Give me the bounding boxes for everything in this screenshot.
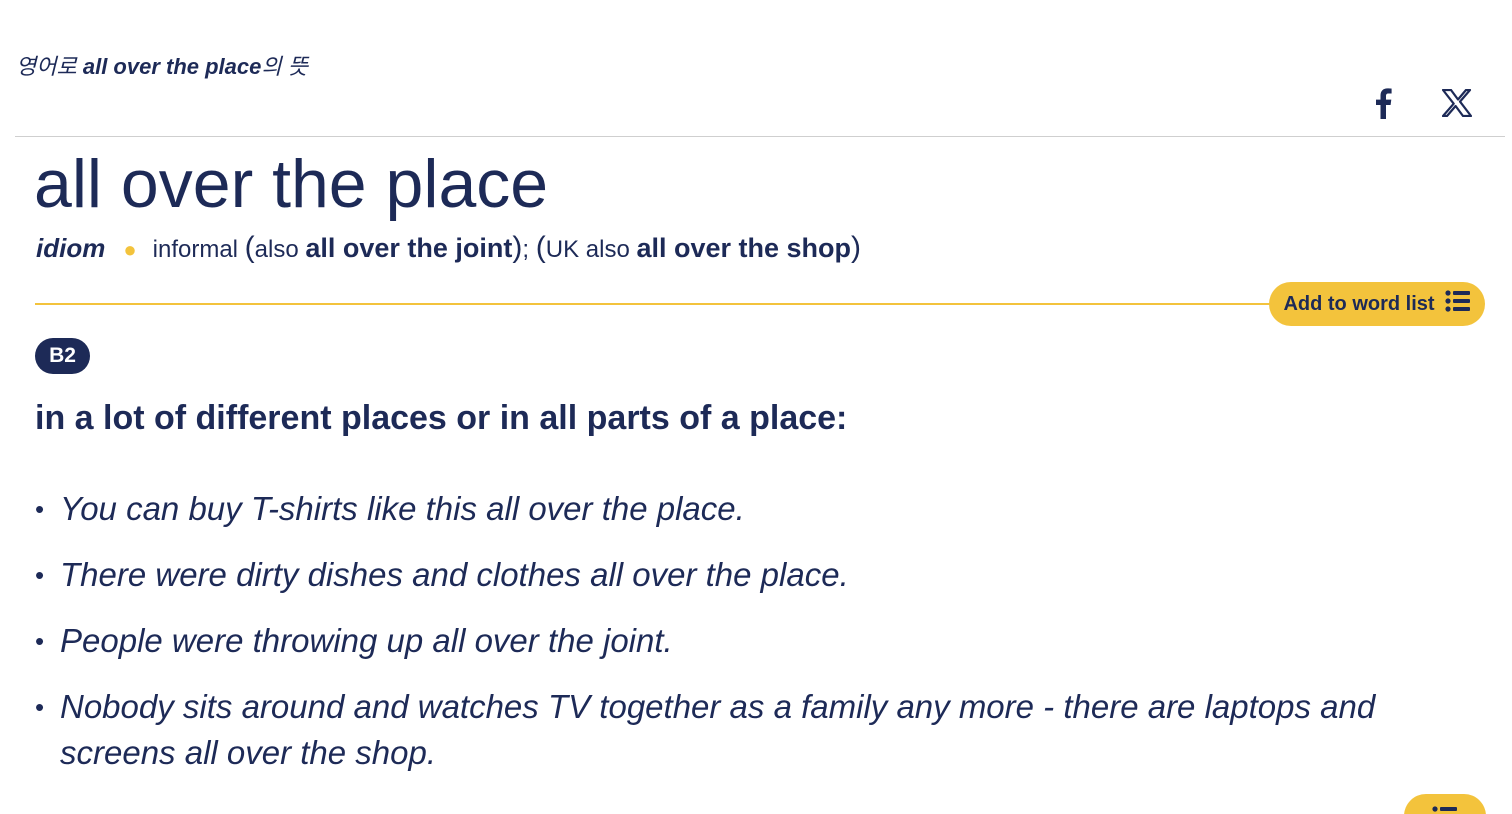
open-paren: (: [244, 231, 255, 264]
close-paren: ): [851, 231, 862, 264]
pos-line: idiom ● informal (also all over the joint)…: [36, 228, 861, 270]
example-sentence: You can buy T-shirts like this all over …: [35, 486, 1475, 532]
x-twitter-icon[interactable]: [1440, 86, 1474, 120]
separator-dot: ●: [123, 237, 137, 262]
region-label: UK: [545, 236, 580, 263]
dictionary-page: 영어로 all over the place의 뜻 all over the p…: [0, 0, 1512, 814]
variant-form: all over the shop: [636, 233, 852, 263]
meaning-heading: 영어로 all over the place의 뜻: [16, 52, 308, 82]
open-paren: (: [535, 231, 546, 264]
example-sentence: There were dirty dishes and clothes all …: [35, 552, 1475, 598]
also-label: also: [585, 236, 630, 263]
example-sentence: Nobody sits around and watches TV togeth…: [35, 684, 1475, 776]
variant-separator: ;: [522, 236, 530, 263]
usage-label: informal: [152, 236, 238, 263]
add-to-word-list-label: Add to word list: [1283, 292, 1435, 315]
top-divider: [15, 136, 1505, 137]
also-label: also: [254, 236, 299, 263]
headword: all over the place: [34, 146, 549, 222]
part-of-speech[interactable]: idiom: [36, 233, 105, 263]
example-list: You can buy T-shirts like this all over …: [35, 486, 1475, 796]
sense-divider: [35, 303, 1295, 305]
cefr-level-badge[interactable]: B2: [35, 338, 90, 374]
list-icon: [1432, 806, 1458, 814]
close-paren: ): [512, 231, 523, 264]
heading-headword: all over the place: [82, 54, 262, 79]
next-add-to-word-list-button[interactable]: [1404, 794, 1486, 814]
add-to-word-list-button[interactable]: Add to word list: [1269, 282, 1485, 326]
example-sentence: People were throwing up all over the joi…: [35, 618, 1475, 664]
variant-form: all over the joint: [305, 233, 513, 263]
definition: in a lot of different places or in all p…: [35, 399, 848, 437]
heading-suffix: 의 뜻: [261, 54, 308, 79]
share-icons: [1366, 86, 1474, 120]
list-icon: [1444, 290, 1471, 318]
heading-prefix: 영어로: [16, 54, 83, 79]
facebook-icon[interactable]: [1366, 86, 1400, 120]
